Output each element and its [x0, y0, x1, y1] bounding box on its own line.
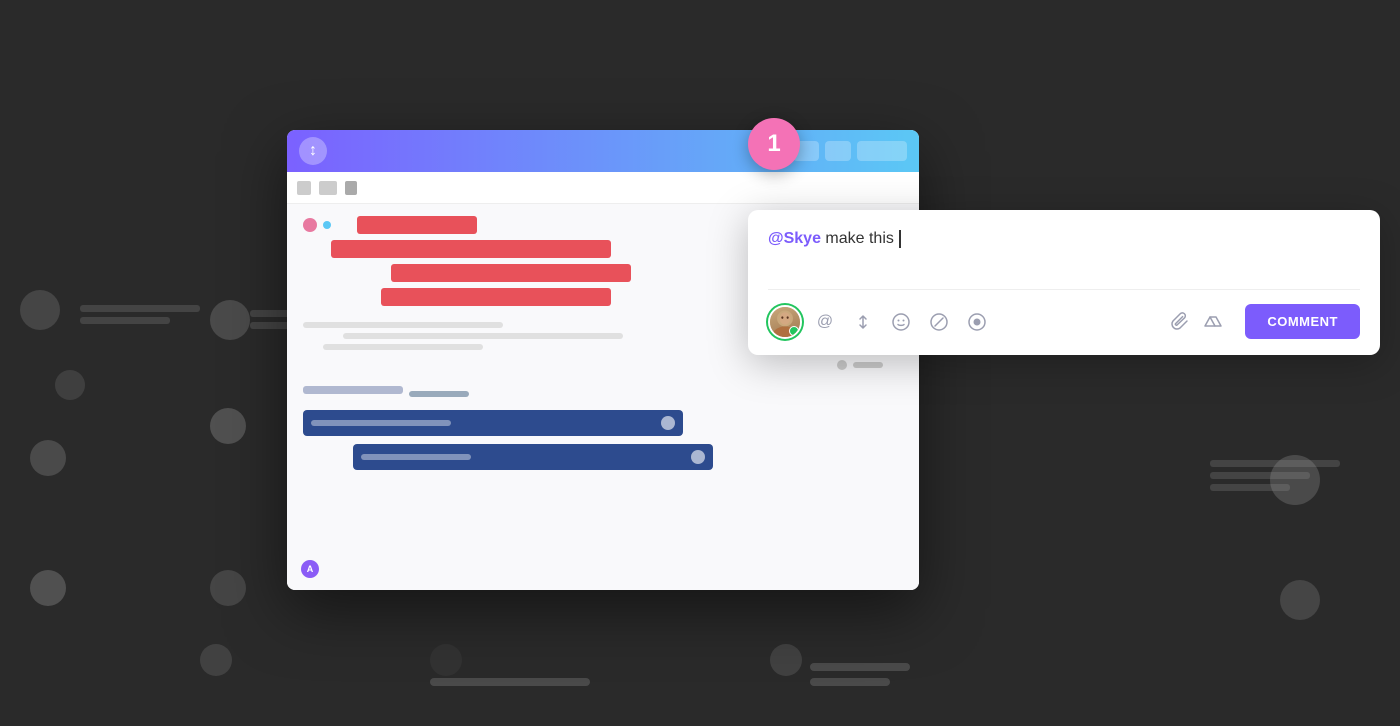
- text-cursor: [899, 230, 901, 248]
- status-line: [853, 362, 883, 368]
- task-bar-red-4: [381, 288, 611, 306]
- bg-bottom: [0, 626, 1400, 726]
- task-avatar-pink: [303, 218, 317, 232]
- status-dot: [837, 360, 847, 370]
- circle-dot-icon[interactable]: [962, 307, 992, 337]
- bar-inner-text-1: [311, 420, 451, 426]
- status-row: [303, 360, 903, 370]
- comment-button[interactable]: COMMENT: [1245, 304, 1360, 339]
- avatar-svg: [770, 305, 800, 339]
- commenter-avatar: [768, 305, 802, 339]
- slash-icon[interactable]: [924, 307, 954, 337]
- at-icon[interactable]: @: [810, 307, 840, 337]
- app-logo: ↕: [299, 137, 327, 165]
- app-toolbar: [287, 172, 919, 204]
- blue-bar-row-2: [303, 444, 903, 470]
- bg-avatar-4: [210, 408, 246, 444]
- gray-line-2: [343, 333, 623, 339]
- bg-avatar-6: [30, 440, 66, 476]
- arrows-icon[interactable]: [848, 307, 878, 337]
- bar-inner-text-2: [361, 454, 471, 460]
- task-bar-red-3: [391, 264, 631, 282]
- bg-avatar-3: [210, 300, 250, 340]
- comment-card[interactable]: @Skye make this @: [748, 210, 1380, 355]
- task-bar-blue-2: [353, 444, 713, 470]
- bg-text-block-right-1: [1210, 460, 1340, 491]
- header-right-controls: [793, 141, 907, 161]
- blue-task-section: [303, 386, 903, 470]
- task-bar-blue-1: [303, 410, 683, 436]
- blue-section-label-2: [409, 391, 469, 397]
- bottom-app-avatar: A: [301, 560, 319, 578]
- comment-body-text: make this: [821, 230, 898, 247]
- bg-avatar-7: [30, 570, 66, 606]
- notification-badge: 1: [748, 118, 800, 170]
- blue-bar-row-1: [303, 410, 903, 436]
- bg-avatar-5: [210, 570, 246, 606]
- task-bar-red-2: [331, 240, 611, 258]
- app-card: ↕: [287, 130, 919, 590]
- bar-circle-1: [661, 416, 675, 430]
- bg-avatar-2: [55, 370, 85, 400]
- header-btn-wide: [857, 141, 907, 161]
- avatar-face: [770, 307, 800, 337]
- bg-text-block-1: [80, 305, 200, 324]
- blue-section-label: [303, 386, 403, 394]
- grid-icon: [297, 181, 311, 195]
- header-btn-2: [825, 141, 851, 161]
- comment-text-area[interactable]: @Skye make this: [768, 230, 1360, 290]
- drive-icon[interactable]: [1203, 312, 1223, 332]
- task-bar-red-1: [357, 216, 477, 234]
- users-icon: [319, 181, 337, 195]
- attachment-icon[interactable]: [1171, 312, 1191, 332]
- blue-section-header: [303, 386, 903, 402]
- bg-avatar-right-2: [1280, 580, 1320, 620]
- task-dot-blue: [323, 221, 331, 229]
- app-header: ↕: [287, 130, 919, 172]
- emoji-icon[interactable]: [886, 307, 916, 337]
- comment-tools-row: @ COMMENT: [768, 304, 1360, 339]
- mention-text: @Skye: [768, 230, 821, 247]
- bar-circle-2: [691, 450, 705, 464]
- bg-avatar-1: [20, 290, 60, 330]
- gray-line-3: [323, 344, 483, 350]
- gray-line-1: [303, 322, 503, 328]
- add-icon: [345, 181, 357, 195]
